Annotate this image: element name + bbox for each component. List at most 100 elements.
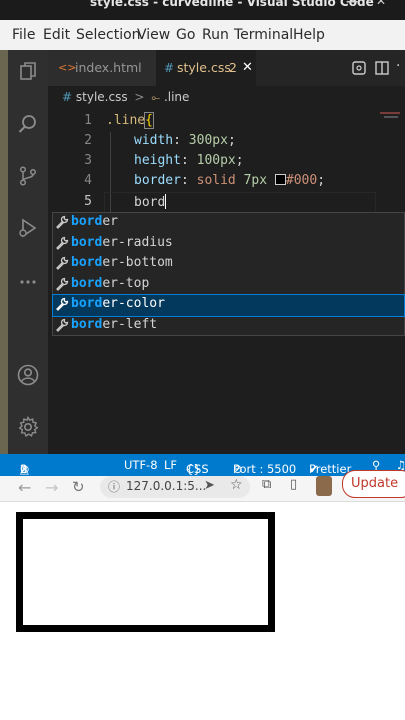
text-cursor [165,194,167,209]
css-property: height [134,153,181,168]
css-selector: .line [106,113,146,128]
problem-count-badge: 2 [229,60,237,75]
breadcrumb: # style.css > ⟜ .line [62,90,189,105]
menu-file[interactable]: File [12,27,35,43]
suggestion-item[interactable]: border-radius [53,234,404,255]
eol-status[interactable]: LF [164,458,177,472]
code-line-1: .line{ [106,112,154,129]
settings-gear-icon[interactable] [17,416,39,438]
suggestion-item-selected[interactable]: border-color [52,294,405,317]
line-number: 4 [84,173,92,188]
semicolon: ; [235,153,244,168]
line-number: 1 [84,113,92,128]
suggestion-item[interactable]: border-top [53,275,404,296]
back-arrow-icon[interactable]: ← [18,478,31,497]
tab-style-css[interactable]: # style.css 2 ✕ [156,50,256,86]
rendered-line-box [16,512,275,632]
suggestion-widget: border border-radius border-bottom borde… [52,212,405,336]
css-file-icon: # [164,61,175,75]
suggestion-label: border-left [71,316,158,332]
colon: : [173,133,181,148]
suggestion-label: border-top [71,275,150,291]
css-value: 7px [243,173,268,188]
menu-run[interactable]: Run [202,27,229,43]
extensions-icon[interactable]: ⧉ [262,477,271,492]
explorer-icon[interactable] [18,62,38,82]
bookmark-star-icon[interactable]: ☆ [230,477,243,493]
suggestion-item[interactable]: border-bottom [53,254,404,275]
run-debug-icon[interactable] [18,218,38,238]
reload-icon[interactable]: ↻ [72,478,85,496]
minimap[interactable] [380,110,402,122]
editor-tabs: <> index.html # style.css 2 ✕ · [48,50,405,86]
source-control-icon[interactable] [18,166,38,186]
css-keyword: solid [196,173,236,188]
suggestion-item[interactable]: border-left [53,316,404,337]
account-icon[interactable] [17,364,39,386]
warning-count: 0 [20,462,28,476]
open-brace: { [144,112,154,129]
line-number-current: 5 [84,194,92,209]
semicolon: ; [227,133,236,148]
split-editor-icon[interactable] [375,61,389,75]
breadcrumb-separator: > [134,90,145,104]
close-icon[interactable]: ✕ [376,0,386,8]
menu-selection[interactable]: Selection [76,27,141,43]
css-property: border [134,173,181,188]
menu-bar: File Edit Selection View Go Run Terminal… [0,20,405,50]
tab-icon[interactable]: ▯ [290,477,297,492]
title-bar: style.css - curvedline - Visual Studio C… [0,0,405,20]
css-value: 300px [188,133,228,148]
html-file-icon: <> [58,61,77,74]
suggestion-label: border-color [71,296,165,311]
menu-help[interactable]: Help [293,27,325,43]
compare-icon[interactable] [352,61,366,75]
profile-avatar[interactable] [316,476,332,496]
semicolon: ; [317,173,326,188]
wrench-icon [56,318,69,332]
more-actions-icon[interactable]: · [396,58,400,74]
line-number: 3 [84,153,92,168]
line-number: 2 [84,133,92,148]
breadcrumb-symbol[interactable]: .line [164,90,189,104]
selector-symbol-icon: ⟜ [151,91,161,104]
css-file-icon: # [62,90,73,104]
suggestion-label: border-radius [71,234,173,250]
menu-terminal[interactable]: Terminal [234,27,293,43]
code-line-5: bord [134,194,167,210]
tab-label: index.html [75,60,142,75]
code-line-3: height: 100px; [134,153,244,168]
css-value: 100px [196,153,236,168]
css-property: width [134,133,174,148]
breadcrumb-file[interactable]: style.css [76,90,128,104]
wrench-icon [56,236,69,250]
forward-arrow-icon[interactable]: → [45,478,58,497]
wrench-icon [56,215,69,229]
minimize-icon[interactable]: — [346,0,358,8]
address-bar[interactable]: ⓘ 127.0.0.1:5... [100,476,250,498]
send-icon[interactable]: ➤ [204,478,215,493]
more-icon[interactable] [18,272,38,292]
activity-bar [8,50,48,454]
wrench-icon [56,256,69,270]
search-icon[interactable] [18,114,38,134]
wrench-icon [56,277,69,291]
typed-text: bord [134,195,166,210]
update-button[interactable]: Update [342,470,405,498]
encoding-status[interactable]: UTF-8 [124,458,158,472]
suggestion-item[interactable]: border [53,213,404,234]
colon: : [180,153,189,168]
close-tab-icon[interactable]: ✕ [242,50,253,86]
css-color-value: #000 [285,173,318,188]
update-label: Update [351,476,399,491]
menu-go[interactable]: Go [176,27,195,43]
color-swatch[interactable] [274,174,286,185]
info-icon: ⓘ [108,480,121,494]
colon: : [180,173,189,188]
menu-view[interactable]: View [137,27,170,43]
code-line-2: width: 300px; [134,133,236,148]
tab-label: style.css [177,60,231,75]
window-title: style.css - curvedline - Visual Studio C… [90,0,374,9]
menu-edit[interactable]: Edit [43,27,70,43]
tab-index-html[interactable]: <> index.html [48,50,157,86]
